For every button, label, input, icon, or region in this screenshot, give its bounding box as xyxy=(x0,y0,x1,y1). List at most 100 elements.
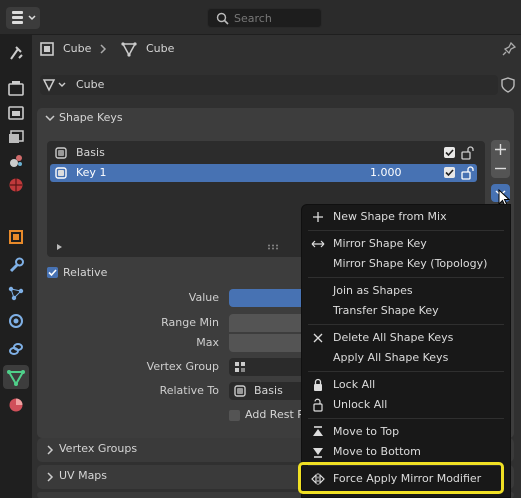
object-icon xyxy=(40,42,54,56)
x-icon xyxy=(313,333,323,343)
unlock-icon[interactable] xyxy=(460,166,476,180)
menu-item-transfer-shape-key[interactable]: Transfer Shape Key xyxy=(302,301,510,321)
value-label: Value xyxy=(188,291,219,304)
tab-particles[interactable] xyxy=(3,281,29,305)
relative-checkbox[interactable] xyxy=(47,267,58,278)
output-icon xyxy=(8,106,24,120)
chevron-right-icon xyxy=(100,44,107,54)
list-item[interactable]: Key 1 1.000 xyxy=(50,164,477,182)
add-rest-position-checkbox[interactable] xyxy=(229,410,240,421)
tab-output[interactable] xyxy=(3,101,29,125)
shape-key-specials-menu: New Shape from Mix Mirror Shape Key Mirr… xyxy=(301,204,511,498)
properties-editor-icon xyxy=(12,11,36,24)
add-shape-key-button[interactable] xyxy=(491,140,510,159)
shape-key-name: Basis xyxy=(76,146,105,159)
shape-key-icon xyxy=(55,167,67,179)
tab-view-layer[interactable] xyxy=(3,125,29,149)
shape-key-icon xyxy=(234,385,246,397)
menu-item-apply-all-shape-keys[interactable]: Apply All Shape Keys xyxy=(302,348,510,368)
shape-keys-panel-title[interactable]: Shape Keys xyxy=(59,111,123,124)
remove-shape-key-button[interactable] xyxy=(491,159,510,178)
object-icon xyxy=(9,230,23,244)
particles-icon xyxy=(8,286,24,301)
mute-checkbox[interactable] xyxy=(444,167,455,178)
editor-header: Search xyxy=(0,0,521,35)
menu-item-mirror-shape-key-topology[interactable]: Mirror Shape Key (Topology) xyxy=(302,254,510,274)
max-label: Max xyxy=(196,336,219,349)
tab-world[interactable] xyxy=(3,173,29,197)
tool-icon xyxy=(10,46,23,60)
shape-key-value[interactable]: 1.000 xyxy=(370,166,402,179)
filter-expand-icon[interactable] xyxy=(56,243,64,251)
menu-item-label: Transfer Shape Key xyxy=(333,304,439,317)
checkmark-icon xyxy=(445,169,454,177)
world-icon xyxy=(9,178,23,192)
list-item[interactable]: Basis xyxy=(50,144,477,162)
menu-item-unlock-all[interactable]: Unlock All xyxy=(302,395,510,415)
datablock-browse-button[interactable] xyxy=(40,75,70,95)
menu-item-label: Move to Top xyxy=(333,425,400,438)
vertex-groups-title: Vertex Groups xyxy=(59,442,138,455)
value-slider[interactable] xyxy=(229,289,309,307)
vertex-group-field[interactable] xyxy=(229,358,309,376)
mesh-data-icon xyxy=(7,370,25,386)
relative-to-label: Relative To xyxy=(159,384,219,397)
menu-separator xyxy=(308,230,504,231)
search-placeholder: Search xyxy=(234,12,272,25)
mesh-data-icon xyxy=(42,79,66,92)
mute-checkbox[interactable] xyxy=(444,147,455,158)
datablock-name: Cube xyxy=(76,78,105,91)
plus-icon xyxy=(313,212,323,222)
breadcrumb-object: Cube xyxy=(63,42,92,55)
tab-object-data[interactable] xyxy=(3,365,29,389)
fake-user-shield-icon[interactable] xyxy=(500,77,516,93)
menu-separator xyxy=(308,418,504,419)
tab-object[interactable] xyxy=(3,225,29,249)
tab-render[interactable] xyxy=(3,77,29,101)
tab-scene[interactable] xyxy=(3,149,29,173)
range-min-field[interactable] xyxy=(229,314,309,332)
max-field[interactable] xyxy=(229,334,309,352)
unlock-icon[interactable] xyxy=(460,146,476,160)
lock-icon xyxy=(314,378,322,391)
search-input[interactable]: Search xyxy=(207,8,322,28)
add-rest-position-label[interactable]: Add Rest P xyxy=(245,408,304,421)
arrows-horizontal-icon xyxy=(311,240,325,248)
menu-item-lock-all[interactable]: Lock All xyxy=(302,375,510,395)
menu-item-delete-all-shape-keys[interactable]: Delete All Shape Keys xyxy=(302,328,510,348)
menu-item-label: Move to Bottom xyxy=(333,445,421,458)
search-icon xyxy=(216,12,229,25)
menu-separator xyxy=(308,371,504,372)
tab-modifiers[interactable] xyxy=(3,253,29,277)
tab-tool[interactable] xyxy=(3,41,29,65)
constraints-icon xyxy=(9,343,23,355)
checkmark-icon xyxy=(445,149,454,157)
checkmark-icon xyxy=(48,269,57,277)
resize-grip-icon[interactable] xyxy=(267,244,281,250)
relative-label[interactable]: Relative xyxy=(63,266,107,279)
chevron-down-icon[interactable] xyxy=(45,113,55,123)
menu-item-new-shape-from-mix[interactable]: New Shape from Mix xyxy=(302,207,510,227)
tab-material[interactable] xyxy=(3,393,29,417)
menu-separator xyxy=(308,277,504,278)
menu-item-label: Unlock All xyxy=(333,398,388,411)
properties-tab-strip xyxy=(0,35,32,498)
menu-item-move-to-top[interactable]: Move to Top xyxy=(302,422,510,442)
scene-icon xyxy=(10,155,22,167)
chevron-right-icon xyxy=(47,445,54,455)
move-bottom-icon xyxy=(313,448,323,458)
chevron-right-icon xyxy=(47,472,54,482)
menu-item-mirror-shape-key[interactable]: Mirror Shape Key xyxy=(302,234,510,254)
editor-type-selector[interactable] xyxy=(6,7,40,29)
tab-constraints[interactable] xyxy=(3,337,29,361)
shape-key-icon xyxy=(55,147,67,159)
datablock-name-field[interactable]: Cube xyxy=(70,75,498,95)
relative-to-field[interactable]: Basis xyxy=(229,382,309,400)
tab-physics[interactable] xyxy=(3,309,29,333)
uv-maps-title: UV Maps xyxy=(59,469,108,482)
physics-icon xyxy=(9,314,23,328)
menu-item-label: Mirror Shape Key xyxy=(333,237,427,250)
menu-item-join-as-shapes[interactable]: Join as Shapes xyxy=(302,281,510,301)
pin-icon[interactable] xyxy=(502,42,516,56)
menu-item-move-to-bottom[interactable]: Move to Bottom xyxy=(302,442,510,462)
